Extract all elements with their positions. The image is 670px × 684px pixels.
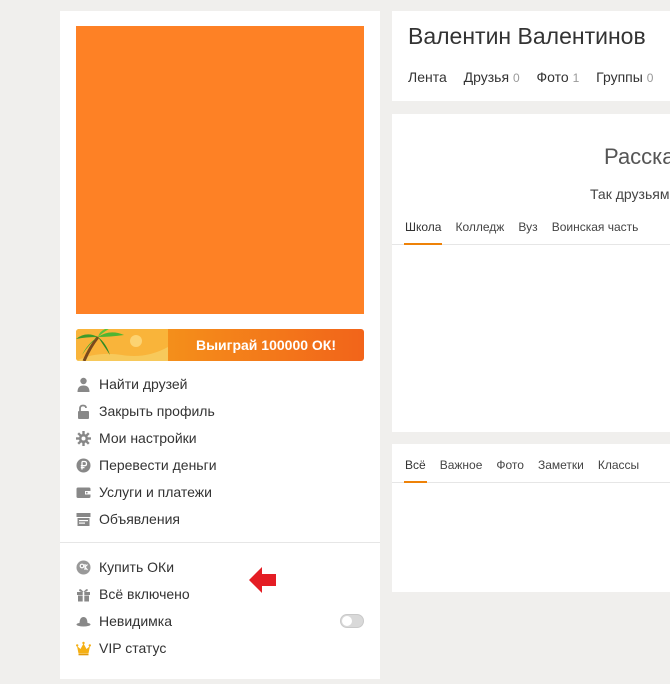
menu-transfer-money[interactable]: Перевести деньги bbox=[76, 452, 364, 479]
education-subtitle: Так друзьям bbox=[590, 186, 670, 202]
menu-label: Услуги и платежи bbox=[99, 484, 212, 500]
ad-board-icon bbox=[76, 512, 91, 527]
nav-count: 0 bbox=[512, 71, 520, 85]
menu-label: Невидимка bbox=[99, 613, 172, 629]
tab-school[interactable]: Школа bbox=[404, 214, 443, 245]
ruble-coin-icon bbox=[76, 458, 91, 473]
promo-text: Выиграй 100000 ОК! bbox=[195, 337, 337, 353]
menu-close-profile[interactable]: Закрыть профиль bbox=[76, 398, 364, 425]
nav-label: Группы bbox=[596, 69, 643, 85]
tab-military-unit[interactable]: Воинская часть bbox=[551, 214, 640, 243]
wallet-icon bbox=[76, 485, 91, 500]
gear-icon bbox=[76, 431, 91, 446]
menu-settings[interactable]: Мои настройки bbox=[76, 425, 364, 452]
nav-label: Лента bbox=[408, 69, 447, 85]
nav-feed[interactable]: Лента bbox=[408, 69, 447, 85]
nav-count: 0 bbox=[646, 71, 654, 85]
left-sidebar-card: Выиграй 100000 ОК! Найти друзей Закрыть … bbox=[60, 11, 380, 679]
menu-label: Закрыть профиль bbox=[99, 403, 215, 419]
tab-all[interactable]: Всё bbox=[404, 452, 427, 483]
hat-icon bbox=[76, 614, 91, 629]
tab-notes[interactable]: Заметки bbox=[537, 452, 585, 481]
gift-icon bbox=[76, 587, 91, 602]
nav-groups[interactable]: Группы 0 bbox=[596, 69, 653, 85]
menu-label: Купить ОКи bbox=[99, 559, 175, 575]
nav-friends[interactable]: Друзья 0 bbox=[464, 69, 520, 85]
tab-university[interactable]: Вуз bbox=[517, 214, 538, 243]
menu-buy-oki[interactable]: Купить ОКи bbox=[76, 554, 364, 581]
unlock-icon bbox=[76, 404, 91, 419]
menu-label: VIP статус bbox=[99, 640, 167, 656]
menu-divider bbox=[60, 542, 380, 543]
palm-tree-icon bbox=[76, 329, 168, 361]
profile-header-card: Валентин Валентинов Лента Друзья 0 Фото … bbox=[392, 11, 670, 101]
menu-find-friends[interactable]: Найти друзей bbox=[76, 371, 364, 398]
invisible-toggle[interactable] bbox=[340, 614, 364, 628]
person-icon bbox=[76, 377, 91, 392]
menu-label: Всё включено bbox=[99, 586, 190, 602]
tab-important[interactable]: Важное bbox=[439, 452, 484, 481]
education-card: Расска Так друзьям Школа Колледж Вуз Воинск… bbox=[392, 114, 670, 432]
nav-count: 1 bbox=[572, 71, 580, 85]
menu-invisible[interactable]: Невидимка bbox=[76, 608, 364, 635]
tab-photos[interactable]: Фото bbox=[495, 452, 525, 481]
promo-banner[interactable]: Выиграй 100000 ОК! bbox=[76, 329, 364, 361]
profile-avatar[interactable] bbox=[76, 26, 364, 314]
education-title: Расска bbox=[604, 144, 670, 169]
nav-photos[interactable]: Фото 1 bbox=[537, 69, 580, 85]
menu-ads[interactable]: Объявления bbox=[76, 506, 364, 533]
menu-services-payments[interactable]: Услуги и платежи bbox=[76, 479, 364, 506]
menu-label: Объявления bbox=[99, 511, 180, 527]
profile-extra-menu: Купить ОКи Всё включено Невидимка VIP ст… bbox=[76, 554, 364, 662]
ok-coin-icon bbox=[76, 560, 91, 575]
menu-label: Перевести деньги bbox=[99, 457, 217, 473]
profile-nav: Лента Друзья 0 Фото 1 Группы 0 bbox=[408, 69, 666, 85]
nav-label: Друзья bbox=[463, 69, 510, 85]
tab-college[interactable]: Колледж bbox=[454, 214, 505, 243]
feed-tabs: Всё Важное Фото Заметки Классы bbox=[392, 452, 670, 483]
education-tabs: Школа Колледж Вуз Воинская часть bbox=[392, 214, 670, 245]
red-arrow-icon bbox=[249, 567, 276, 593]
menu-label: Мои настройки bbox=[99, 430, 197, 446]
menu-all-inclusive[interactable]: Всё включено bbox=[76, 581, 364, 608]
nav-label: Фото bbox=[536, 69, 569, 85]
crown-icon bbox=[76, 641, 91, 656]
tab-likes[interactable]: Классы bbox=[597, 452, 640, 481]
profile-menu: Найти друзей Закрыть профиль Мои настрой… bbox=[76, 371, 364, 533]
menu-vip-status[interactable]: VIP статус bbox=[76, 635, 364, 662]
menu-label: Найти друзей bbox=[99, 376, 188, 392]
page-title: Валентин Валентинов bbox=[408, 23, 646, 49]
feed-card: Всё Важное Фото Заметки Классы bbox=[392, 444, 670, 592]
